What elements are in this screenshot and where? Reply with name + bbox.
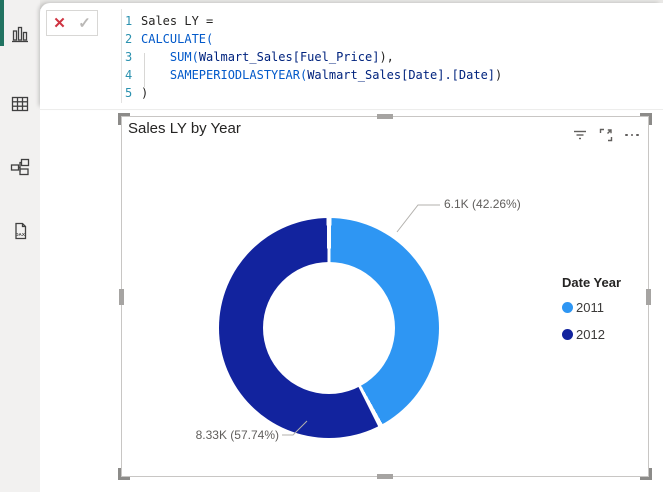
visual-title: Sales LY by Year bbox=[128, 120, 241, 137]
model-view-icon bbox=[10, 158, 30, 176]
donut-chart-visual[interactable]: Sales LY by Year 6.1K (42.26%) 8.33K (57… bbox=[118, 113, 652, 480]
formula-commit-box: ✕ ✓ bbox=[46, 10, 98, 36]
resize-corner-bottom-right[interactable] bbox=[640, 468, 652, 480]
legend-item-2012[interactable]: 2012 bbox=[562, 327, 648, 342]
legend-label-2012: 2012 bbox=[576, 327, 605, 342]
legend-item-2011[interactable]: 2011 bbox=[562, 300, 648, 315]
sidebar-item-table-view[interactable] bbox=[0, 86, 40, 122]
resize-handle-left[interactable] bbox=[119, 288, 124, 305]
resize-handle-top[interactable] bbox=[377, 114, 393, 119]
dax-formula-editor[interactable]: 1 Sales LY = 2 CALCULATE(3 SUM(Walmart_Sale… bbox=[121, 9, 661, 103]
code-line: 4 SAMEPERIODLASTYEAR(Walmart_Sales[Date]… bbox=[122, 66, 661, 84]
slice-label-2012: 8.33K (57.74%) bbox=[195, 428, 279, 442]
legend-dot-2011 bbox=[562, 302, 573, 313]
sidebar-item-dax-query-view[interactable]: DAX bbox=[0, 213, 40, 249]
line-number: 2 bbox=[125, 32, 133, 46]
check-icon[interactable]: ✓ bbox=[78, 14, 91, 32]
dax-query-view-icon: DAX bbox=[15, 222, 27, 240]
indent-guide bbox=[144, 53, 145, 87]
legend-label-2011: 2011 bbox=[576, 300, 604, 315]
code-line: 1 Sales LY = bbox=[122, 12, 661, 30]
focus-mode-icon[interactable] bbox=[598, 127, 614, 143]
legend-title: Date Year bbox=[562, 275, 622, 290]
sidebar-item-model-view[interactable] bbox=[0, 149, 40, 185]
more-options-icon[interactable] bbox=[624, 127, 640, 143]
donut-hole bbox=[263, 262, 395, 394]
chart-legend: Date Year 2011 2012 bbox=[562, 275, 648, 354]
line-number: 4 bbox=[125, 68, 133, 82]
code-line: 3 SUM(Walmart_Sales[Fuel_Price]), bbox=[122, 48, 661, 66]
line-number: 1 bbox=[125, 14, 133, 28]
view-sidebar: DAX bbox=[0, 0, 40, 492]
slice-label-2011: 6.1K (42.26%) bbox=[444, 197, 521, 211]
svg-text:DAX: DAX bbox=[15, 232, 26, 237]
resize-corner-top-right[interactable] bbox=[640, 113, 652, 125]
visual-header bbox=[572, 127, 640, 143]
sidebar-item-report-view[interactable] bbox=[0, 16, 40, 52]
table-view-icon bbox=[11, 96, 29, 112]
line-number: 5 bbox=[125, 86, 133, 100]
line-number: 3 bbox=[125, 50, 133, 64]
code-line: 2 CALCULATE( bbox=[122, 30, 661, 48]
donut-chart[interactable] bbox=[219, 218, 439, 438]
filter-icon[interactable] bbox=[572, 127, 588, 143]
cancel-icon[interactable]: ✕ bbox=[53, 14, 66, 32]
report-view-icon bbox=[12, 26, 28, 43]
code-line: 5) bbox=[122, 84, 661, 102]
formula-bar: ✕ ✓ 1 Sales LY = 2 CALCULATE(3 SUM(Walmart_… bbox=[40, 3, 663, 110]
legend-dot-2012 bbox=[562, 329, 573, 340]
resize-corner-bottom-left[interactable] bbox=[118, 468, 130, 480]
resize-handle-bottom[interactable] bbox=[377, 474, 393, 479]
